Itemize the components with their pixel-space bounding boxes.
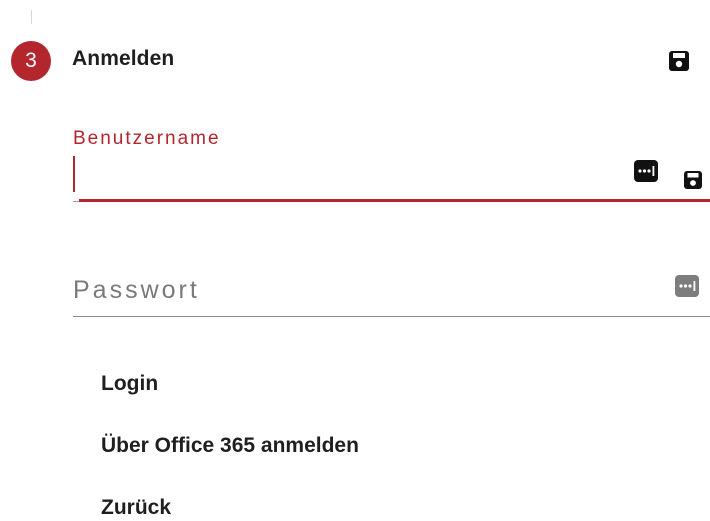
username-focus-underline	[79, 199, 710, 202]
save-icon[interactable]	[683, 170, 703, 190]
password-input[interactable]	[73, 270, 663, 310]
login-button[interactable]: Login	[101, 372, 158, 396]
username-label: Benutzername	[73, 128, 221, 149]
stepper-connector-line	[31, 10, 32, 24]
back-button[interactable]: Zurück	[101, 496, 171, 520]
office365-login-button[interactable]: Über Office 365 anmelden	[101, 434, 359, 458]
step-number-badge: 3	[11, 41, 51, 81]
password-manager-icon[interactable]	[634, 160, 658, 182]
password-manager-icon[interactable]	[675, 275, 699, 297]
step-title: Anmelden	[72, 47, 175, 70]
password-underline	[73, 316, 710, 317]
username-input[interactable]	[73, 156, 618, 192]
save-icon[interactable]	[668, 50, 690, 72]
login-page: 3 Anmelden Benutzername Login Über Offic…	[0, 0, 710, 521]
